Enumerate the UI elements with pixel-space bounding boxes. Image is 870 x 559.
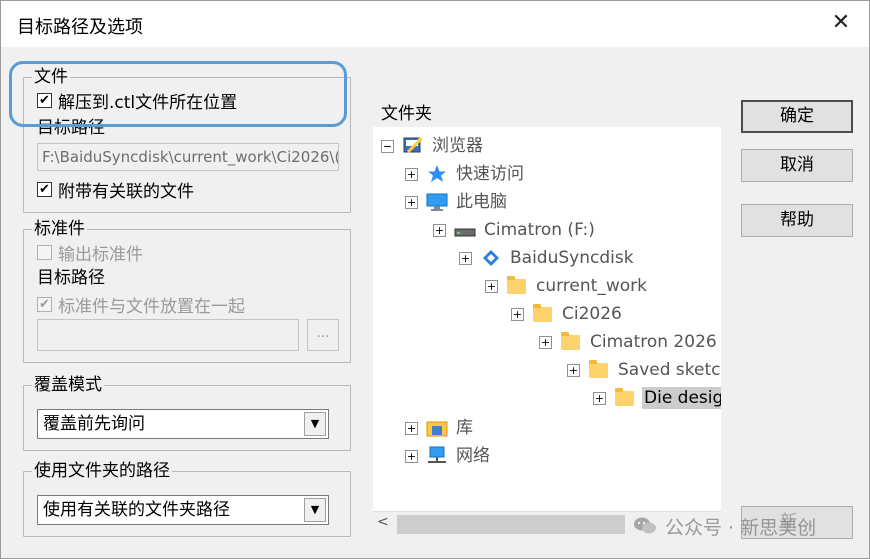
tree-node-die-design[interactable]: + Die desig bbox=[593, 385, 721, 411]
tree-node-label: BaiduSyncdisk bbox=[510, 248, 634, 268]
tree-node-saved-sketches[interactable]: + Saved sketc bbox=[567, 357, 721, 383]
expand-icon[interactable]: + bbox=[567, 363, 580, 377]
quick-access-icon bbox=[426, 164, 448, 184]
watermark-text: 公众号 · 新思美创 bbox=[665, 516, 817, 539]
tree-node-label: Ci2026 bbox=[562, 304, 622, 324]
tree-node-label: current_work bbox=[536, 276, 647, 296]
overwrite-mode-select[interactable]: 覆盖前先询问 ▼ bbox=[37, 409, 329, 439]
tree-node-label-selected: Die desig bbox=[642, 387, 721, 409]
tree-node-label: Cimatron (F:) bbox=[484, 220, 595, 240]
standard-group-legend: 标准件 bbox=[32, 218, 87, 240]
help-button[interactable]: 帮助 bbox=[741, 204, 853, 237]
file-target-path-label: 目标路径 bbox=[37, 118, 105, 138]
folder-icon bbox=[588, 360, 610, 380]
folder-path-value: 使用有关联的文件夹路径 bbox=[43, 500, 230, 520]
extract-label: 解压到.ctl文件所在位置 bbox=[58, 92, 238, 113]
drive-icon bbox=[454, 220, 476, 240]
tree-node-label: 浏览器 bbox=[432, 136, 483, 156]
checkbox-checked-icon[interactable]: ✔ bbox=[37, 181, 52, 197]
tree-node-label: Cimatron 2026 bbox=[590, 332, 717, 352]
folder-icon bbox=[532, 304, 554, 324]
tree-node-quick-access[interactable]: + 快速访问 bbox=[405, 161, 526, 187]
tree-node-browser[interactable]: − 浏览器 bbox=[381, 133, 485, 159]
scroll-left-icon[interactable]: < bbox=[377, 514, 389, 530]
expand-icon[interactable]: + bbox=[459, 251, 472, 265]
watermark: 公众号 · 新思美创 bbox=[633, 511, 816, 541]
browse-button[interactable]: ... bbox=[307, 319, 339, 351]
expand-icon[interactable]: + bbox=[405, 449, 418, 463]
tree-node-label: Saved sketc bbox=[618, 360, 721, 380]
attach-label: 附带有关联的文件 bbox=[58, 181, 194, 202]
standard-path-field[interactable] bbox=[37, 319, 299, 351]
folder-tree[interactable]: − 浏览器 + 快速访问 + 此电脑 + Cimatron (F:) + Bai… bbox=[373, 127, 721, 511]
tree-node-this-pc[interactable]: + 此电脑 bbox=[405, 189, 509, 215]
expand-icon[interactable]: + bbox=[405, 421, 418, 435]
folder-icon bbox=[506, 276, 528, 296]
checkbox-unchecked-icon[interactable] bbox=[37, 244, 52, 260]
folder-icon bbox=[614, 388, 636, 408]
title-bar: 目标路径及选项 ✕ bbox=[1, 1, 869, 47]
tree-node-current-work[interactable]: + current_work bbox=[485, 273, 649, 299]
standard-target-path-label: 目标路径 bbox=[37, 268, 105, 288]
folder-header-label: 文件夹 bbox=[381, 104, 432, 124]
standard-with-file-checkbox[interactable]: ✔ 标准件与文件放置在一起 bbox=[37, 293, 245, 317]
cancel-button[interactable]: 取消 bbox=[741, 149, 853, 182]
tree-node-label: 此电脑 bbox=[456, 192, 507, 212]
tree-node-label: 快速访问 bbox=[456, 164, 524, 184]
scrollbar-thumb[interactable] bbox=[397, 515, 625, 534]
expand-icon[interactable]: + bbox=[433, 223, 446, 237]
close-icon[interactable]: ✕ bbox=[827, 9, 855, 37]
checkbox-checked-icon[interactable]: ✔ bbox=[37, 92, 52, 108]
expand-icon[interactable]: + bbox=[485, 279, 498, 293]
standard-together-label: 标准件与文件放置在一起 bbox=[58, 296, 245, 317]
checkbox-checked-icon[interactable]: ✔ bbox=[37, 296, 52, 312]
tree-node-label: 网络 bbox=[456, 446, 490, 466]
output-standard-parts-checkbox[interactable]: 输出标准件 bbox=[37, 241, 143, 265]
tree-node-cimatron-2026[interactable]: + Cimatron 2026 bbox=[539, 329, 719, 355]
collapse-icon[interactable]: − bbox=[381, 139, 394, 153]
tree-node-baidusyncdisk[interactable]: + BaiduSyncdisk bbox=[459, 245, 636, 271]
computer-icon bbox=[426, 192, 448, 212]
library-icon bbox=[426, 418, 448, 438]
file-target-path-field[interactable]: F:\BaiduSyncdisk\current_work\Ci2026\( bbox=[37, 143, 339, 171]
folder-path-group-legend: 使用文件夹的路径 bbox=[32, 460, 172, 482]
chevron-down-icon[interactable]: ▼ bbox=[304, 412, 326, 436]
browser-icon bbox=[402, 136, 424, 156]
tree-node-library[interactable]: + 库 bbox=[405, 415, 475, 441]
overwrite-mode-value: 覆盖前先询问 bbox=[43, 414, 145, 434]
tree-node-ci2026[interactable]: + Ci2026 bbox=[511, 301, 624, 327]
dialog-title: 目标路径及选项 bbox=[17, 17, 143, 38]
wechat-icon bbox=[633, 516, 657, 536]
expand-icon[interactable]: + bbox=[511, 307, 524, 321]
expand-icon[interactable]: + bbox=[405, 167, 418, 181]
tree-node-drive-f[interactable]: + Cimatron (F:) bbox=[433, 217, 597, 243]
tree-node-network[interactable]: + 网络 bbox=[405, 443, 492, 469]
folder-tree-header: 文件夹 bbox=[373, 101, 721, 127]
extract-to-ctl-location-checkbox[interactable]: ✔ 解压到.ctl文件所在位置 bbox=[37, 89, 238, 113]
overwrite-group-legend: 覆盖模式 bbox=[32, 374, 104, 396]
expand-icon[interactable]: + bbox=[539, 335, 552, 349]
folder-icon bbox=[560, 332, 582, 352]
baidu-sync-icon bbox=[480, 248, 502, 268]
chevron-down-icon[interactable]: ▼ bbox=[304, 498, 326, 522]
file-group-legend: 文件 bbox=[32, 66, 70, 88]
target-path-options-dialog: 目标路径及选项 ✕ 文件 ✔ 解压到.ctl文件所在位置 目标路径 F:\Bai… bbox=[0, 0, 870, 559]
output-standard-label: 输出标准件 bbox=[58, 244, 143, 265]
attach-associated-files-checkbox[interactable]: ✔ 附带有关联的文件 bbox=[37, 178, 194, 202]
expand-icon[interactable]: + bbox=[593, 391, 606, 405]
folder-path-select[interactable]: 使用有关联的文件夹路径 ▼ bbox=[37, 495, 329, 525]
ok-button[interactable]: 确定 bbox=[741, 100, 853, 133]
tree-node-label: 库 bbox=[456, 418, 473, 438]
expand-icon[interactable]: + bbox=[405, 195, 418, 209]
network-icon bbox=[426, 446, 448, 466]
